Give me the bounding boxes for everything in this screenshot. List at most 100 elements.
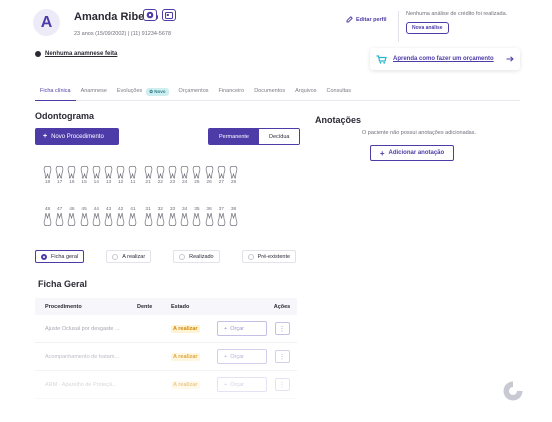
status-badge: A realizar	[171, 324, 200, 333]
tooth-45[interactable]: 45	[79, 207, 90, 226]
id-card-icon	[165, 11, 173, 19]
tab-documentos[interactable]: Documentos	[249, 88, 290, 101]
tooth-12[interactable]: 12	[115, 166, 126, 185]
tooth-21[interactable]: 21	[143, 166, 154, 185]
tooth-48[interactable]: 48	[42, 207, 53, 226]
more-actions-button[interactable]: ⋮	[274, 322, 290, 335]
filter-a-realizar[interactable]: A realizar	[106, 250, 152, 263]
tooth-icon	[129, 213, 137, 226]
tooth-38[interactable]: 38	[228, 207, 239, 226]
tooth-17[interactable]: 17	[54, 166, 65, 185]
tooth-16[interactable]: 16	[66, 166, 77, 185]
tooth-32[interactable]: 32	[155, 207, 166, 226]
tab-ficha-clinica[interactable]: Ficha clínica	[35, 88, 76, 101]
tooth-41[interactable]: 41	[127, 207, 138, 226]
add-note-label: Adicionar anotação	[388, 150, 445, 156]
tooth-34[interactable]: 34	[179, 207, 190, 226]
new-procedure-button[interactable]: + Novo Procedimento	[35, 128, 119, 145]
quote-button[interactable]: + Orçar	[217, 377, 267, 392]
ficha-geral-title: Ficha Geral	[38, 279, 88, 289]
tooth-47[interactable]: 47	[54, 207, 65, 226]
tooth-15[interactable]: 15	[79, 166, 90, 185]
tooth-icon	[156, 213, 165, 226]
tab-bar: Ficha clínica Anamnese Evoluções ✿ Novo O…	[35, 88, 520, 101]
filter-realizado[interactable]: Realizado	[173, 250, 220, 263]
filter-label: Pré-existente	[257, 253, 291, 260]
col-acoes: Ações	[273, 303, 291, 310]
tooth-number: 16	[69, 180, 75, 185]
radio-icon	[112, 253, 119, 260]
tab-label: Evoluções	[116, 88, 143, 94]
tooth-33[interactable]: 33	[167, 207, 178, 226]
tooth-18[interactable]: 18	[42, 166, 53, 185]
tab-evolucoes[interactable]: Evoluções ✿ Novo	[112, 88, 174, 101]
tooth-11[interactable]: 11	[127, 166, 138, 185]
tooth-28[interactable]: 28	[228, 166, 239, 185]
plus-icon: +	[224, 353, 228, 360]
tab-anamnese[interactable]: Anamnese	[76, 88, 112, 101]
anamnese-notice[interactable]: Nenhuma anamnese feita	[35, 51, 117, 57]
tooth-31[interactable]: 31	[143, 207, 154, 226]
edit-profile-link[interactable]: Editar perfil	[346, 16, 387, 23]
chat-support-icon[interactable]	[502, 380, 524, 402]
tooth-number: 15	[81, 180, 87, 185]
tooth-43[interactable]: 43	[103, 207, 114, 226]
more-actions-button[interactable]: ⋮	[274, 378, 290, 391]
tooth-44[interactable]: 44	[91, 207, 102, 226]
tooth-13[interactable]: 13	[103, 166, 114, 185]
tab-orcamentos[interactable]: Orçamentos	[174, 88, 214, 101]
tooth-icon	[217, 213, 226, 226]
tooth-icon	[116, 166, 125, 179]
tooth-27[interactable]: 27	[216, 166, 227, 185]
tooth-37[interactable]: 37	[216, 207, 227, 226]
tooth-22[interactable]: 22	[155, 166, 166, 185]
new-analysis-button[interactable]: Nova análise	[406, 22, 449, 34]
more-actions-button[interactable]: ⋮	[274, 350, 290, 363]
filter-ficha-geral[interactable]: Ficha geral	[35, 250, 85, 263]
tooth-26[interactable]: 26	[204, 166, 215, 185]
add-note-button[interactable]: + Adicionar anotação	[370, 145, 454, 161]
procedure-name: Ajuste Oclusal por desgaste ...	[45, 325, 120, 332]
col-procedimento: Procedimento	[45, 303, 82, 310]
tooth-25[interactable]: 25	[191, 166, 202, 185]
toggle-permanente[interactable]: Permanente	[209, 129, 259, 144]
more-vertical-icon: ⋮	[278, 353, 286, 361]
tooth-14[interactable]: 14	[91, 166, 102, 185]
filter-pre-existente[interactable]: Pré-existente	[241, 250, 297, 263]
tooth-36[interactable]: 36	[204, 207, 215, 226]
tooth-number: 17	[57, 180, 63, 185]
tooth-number: 24	[182, 180, 188, 185]
tooth-42[interactable]: 42	[115, 207, 126, 226]
toggle-decidua[interactable]: Decídua	[258, 129, 300, 144]
tab-label: Ficha clínica	[40, 88, 71, 94]
tooth-icon	[229, 213, 238, 226]
tab-arquivos[interactable]: Arquivos	[290, 88, 321, 101]
edit-profile-label: Editar perfil	[356, 16, 387, 23]
tooth-35[interactable]: 35	[191, 207, 202, 226]
quote-button[interactable]: + Orçar	[217, 349, 267, 364]
howto-banner[interactable]: Aprenda como fazer um orçamento	[370, 48, 520, 70]
tab-consultas[interactable]: Consultas	[322, 88, 356, 101]
tooth-number: 26	[206, 180, 212, 185]
avatar-initial: A	[40, 13, 53, 31]
tooth-46[interactable]: 46	[66, 207, 77, 226]
tab-label: Documentos	[254, 88, 286, 94]
tooth-number: 31	[145, 207, 151, 212]
tab-label: Financeiro	[218, 88, 245, 94]
tooth-icon	[55, 213, 64, 226]
whatsapp-icon	[146, 11, 154, 19]
tooth-icon	[104, 166, 113, 179]
tooth-icon	[43, 166, 52, 179]
tooth-icon	[43, 213, 52, 226]
tab-financeiro[interactable]: Financeiro	[214, 88, 250, 101]
new-badge: ✿ Novo	[146, 88, 169, 96]
tooth-number: 44	[93, 207, 99, 212]
quote-button[interactable]: + Orçar	[217, 321, 267, 336]
tooth-24[interactable]: 24	[179, 166, 190, 185]
whatsapp-button[interactable]	[143, 9, 157, 21]
tooth-icon	[129, 166, 137, 179]
plus-icon: +	[224, 325, 228, 332]
tooth-number: 12	[118, 180, 124, 185]
tooth-23[interactable]: 23	[167, 166, 178, 185]
id-card-button[interactable]	[162, 9, 176, 21]
